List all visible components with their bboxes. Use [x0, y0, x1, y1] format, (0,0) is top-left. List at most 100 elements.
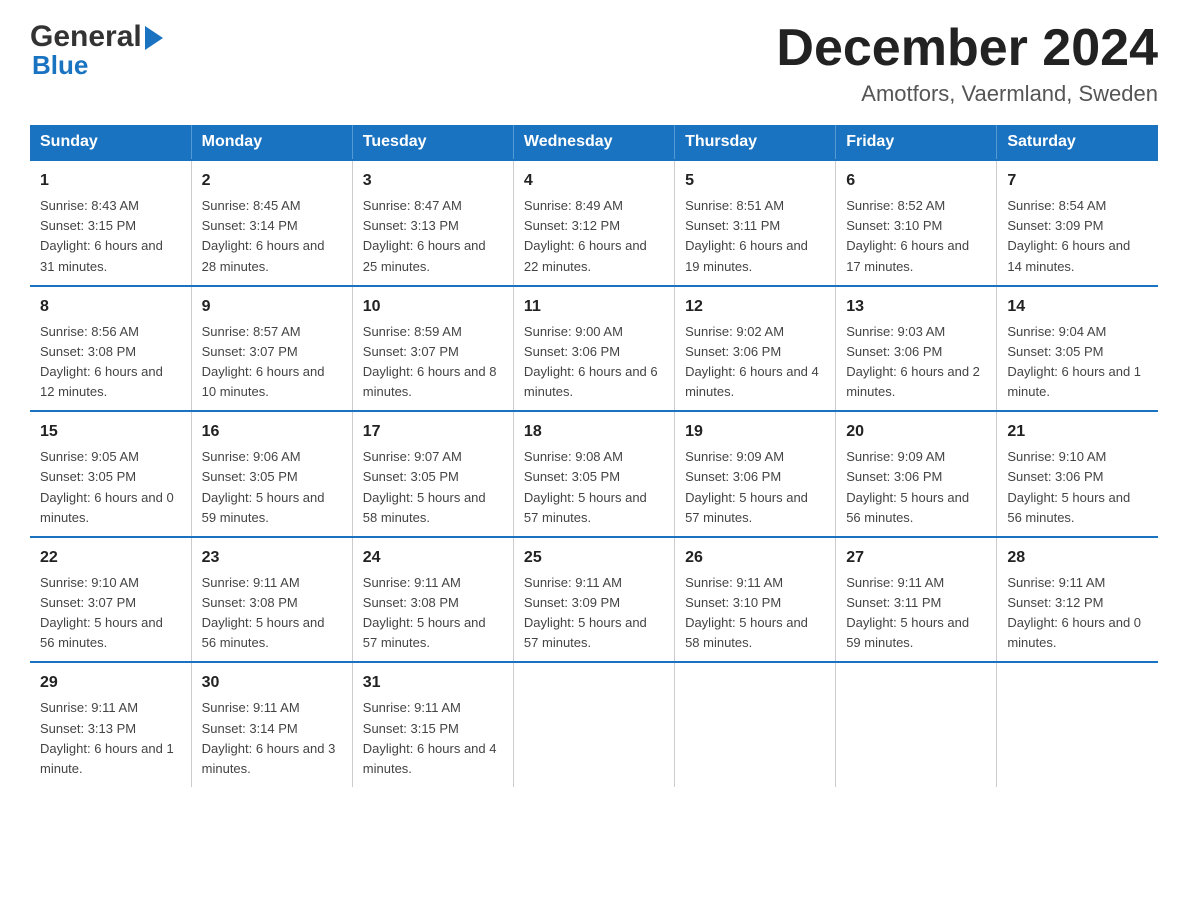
table-row: 24 Sunrise: 9:11 AMSunset: 3:08 PMDaylig…	[352, 537, 513, 663]
logo-arrow-icon	[145, 26, 163, 50]
day-number: 30	[202, 671, 342, 695]
day-info: Sunrise: 8:54 AMSunset: 3:09 PMDaylight:…	[1007, 198, 1130, 273]
day-info: Sunrise: 8:47 AMSunset: 3:13 PMDaylight:…	[363, 198, 486, 273]
day-number: 5	[685, 169, 825, 193]
day-info: Sunrise: 9:11 AMSunset: 3:08 PMDaylight:…	[363, 575, 486, 650]
day-info: Sunrise: 8:49 AMSunset: 3:12 PMDaylight:…	[524, 198, 647, 273]
day-info: Sunrise: 9:00 AMSunset: 3:06 PMDaylight:…	[524, 324, 658, 399]
table-row: 2 Sunrise: 8:45 AMSunset: 3:14 PMDayligh…	[191, 160, 352, 286]
table-row: 30 Sunrise: 9:11 AMSunset: 3:14 PMDaylig…	[191, 662, 352, 787]
day-number: 17	[363, 420, 503, 444]
table-row: 12 Sunrise: 9:02 AMSunset: 3:06 PMDaylig…	[675, 286, 836, 412]
day-number: 3	[363, 169, 503, 193]
day-number: 6	[846, 169, 986, 193]
day-info: Sunrise: 9:07 AMSunset: 3:05 PMDaylight:…	[363, 449, 486, 524]
day-info: Sunrise: 9:11 AMSunset: 3:12 PMDaylight:…	[1007, 575, 1141, 650]
table-row: 6 Sunrise: 8:52 AMSunset: 3:10 PMDayligh…	[836, 160, 997, 286]
day-number: 12	[685, 295, 825, 319]
day-number: 27	[846, 546, 986, 570]
day-info: Sunrise: 9:11 AMSunset: 3:10 PMDaylight:…	[685, 575, 808, 650]
col-sunday: Sunday	[30, 125, 191, 160]
day-info: Sunrise: 8:57 AMSunset: 3:07 PMDaylight:…	[202, 324, 325, 399]
day-number: 1	[40, 169, 181, 193]
day-info: Sunrise: 9:11 AMSunset: 3:08 PMDaylight:…	[202, 575, 325, 650]
table-row: 11 Sunrise: 9:00 AMSunset: 3:06 PMDaylig…	[513, 286, 674, 412]
day-number: 15	[40, 420, 181, 444]
calendar-week-row: 29 Sunrise: 9:11 AMSunset: 3:13 PMDaylig…	[30, 662, 1158, 787]
table-row: 31 Sunrise: 9:11 AMSunset: 3:15 PMDaylig…	[352, 662, 513, 787]
day-number: 20	[846, 420, 986, 444]
day-info: Sunrise: 9:08 AMSunset: 3:05 PMDaylight:…	[524, 449, 647, 524]
title-block: December 2024 Amotfors, Vaermland, Swede…	[776, 20, 1158, 107]
calendar-table: Sunday Monday Tuesday Wednesday Thursday…	[30, 125, 1158, 787]
day-info: Sunrise: 9:03 AMSunset: 3:06 PMDaylight:…	[846, 324, 980, 399]
table-row: 7 Sunrise: 8:54 AMSunset: 3:09 PMDayligh…	[997, 160, 1158, 286]
calendar-week-row: 1 Sunrise: 8:43 AMSunset: 3:15 PMDayligh…	[30, 160, 1158, 286]
location-text: Amotfors, Vaermland, Sweden	[776, 81, 1158, 107]
table-row: 23 Sunrise: 9:11 AMSunset: 3:08 PMDaylig…	[191, 537, 352, 663]
day-info: Sunrise: 9:05 AMSunset: 3:05 PMDaylight:…	[40, 449, 174, 524]
calendar-week-row: 15 Sunrise: 9:05 AMSunset: 3:05 PMDaylig…	[30, 411, 1158, 537]
day-number: 31	[363, 671, 503, 695]
day-number: 24	[363, 546, 503, 570]
day-info: Sunrise: 9:11 AMSunset: 3:15 PMDaylight:…	[363, 700, 497, 775]
table-row: 22 Sunrise: 9:10 AMSunset: 3:07 PMDaylig…	[30, 537, 191, 663]
table-row: 21 Sunrise: 9:10 AMSunset: 3:06 PMDaylig…	[997, 411, 1158, 537]
day-info: Sunrise: 9:09 AMSunset: 3:06 PMDaylight:…	[685, 449, 808, 524]
table-row: 19 Sunrise: 9:09 AMSunset: 3:06 PMDaylig…	[675, 411, 836, 537]
table-row	[997, 662, 1158, 787]
day-number: 9	[202, 295, 342, 319]
day-info: Sunrise: 9:06 AMSunset: 3:05 PMDaylight:…	[202, 449, 325, 524]
day-info: Sunrise: 9:09 AMSunset: 3:06 PMDaylight:…	[846, 449, 969, 524]
day-info: Sunrise: 9:04 AMSunset: 3:05 PMDaylight:…	[1007, 324, 1141, 399]
calendar-week-row: 8 Sunrise: 8:56 AMSunset: 3:08 PMDayligh…	[30, 286, 1158, 412]
day-info: Sunrise: 9:11 AMSunset: 3:14 PMDaylight:…	[202, 700, 336, 775]
table-row: 26 Sunrise: 9:11 AMSunset: 3:10 PMDaylig…	[675, 537, 836, 663]
day-number: 25	[524, 546, 664, 570]
day-info: Sunrise: 8:43 AMSunset: 3:15 PMDaylight:…	[40, 198, 163, 273]
day-info: Sunrise: 8:52 AMSunset: 3:10 PMDaylight:…	[846, 198, 969, 273]
table-row: 27 Sunrise: 9:11 AMSunset: 3:11 PMDaylig…	[836, 537, 997, 663]
logo-blue-text: Blue	[30, 50, 88, 81]
table-row: 10 Sunrise: 8:59 AMSunset: 3:07 PMDaylig…	[352, 286, 513, 412]
logo: General Blue	[30, 20, 163, 81]
table-row: 16 Sunrise: 9:06 AMSunset: 3:05 PMDaylig…	[191, 411, 352, 537]
day-number: 11	[524, 295, 664, 319]
day-info: Sunrise: 8:59 AMSunset: 3:07 PMDaylight:…	[363, 324, 497, 399]
table-row: 5 Sunrise: 8:51 AMSunset: 3:11 PMDayligh…	[675, 160, 836, 286]
table-row: 25 Sunrise: 9:11 AMSunset: 3:09 PMDaylig…	[513, 537, 674, 663]
day-info: Sunrise: 8:51 AMSunset: 3:11 PMDaylight:…	[685, 198, 808, 273]
col-thursday: Thursday	[675, 125, 836, 160]
calendar-week-row: 22 Sunrise: 9:10 AMSunset: 3:07 PMDaylig…	[30, 537, 1158, 663]
day-number: 22	[40, 546, 181, 570]
table-row: 29 Sunrise: 9:11 AMSunset: 3:13 PMDaylig…	[30, 662, 191, 787]
day-number: 26	[685, 546, 825, 570]
col-friday: Friday	[836, 125, 997, 160]
col-saturday: Saturday	[997, 125, 1158, 160]
table-row: 8 Sunrise: 8:56 AMSunset: 3:08 PMDayligh…	[30, 286, 191, 412]
calendar-header-row: Sunday Monday Tuesday Wednesday Thursday…	[30, 125, 1158, 160]
day-info: Sunrise: 9:02 AMSunset: 3:06 PMDaylight:…	[685, 324, 819, 399]
day-info: Sunrise: 9:11 AMSunset: 3:13 PMDaylight:…	[40, 700, 174, 775]
day-info: Sunrise: 8:45 AMSunset: 3:14 PMDaylight:…	[202, 198, 325, 273]
day-number: 7	[1007, 169, 1148, 193]
day-info: Sunrise: 9:10 AMSunset: 3:07 PMDaylight:…	[40, 575, 163, 650]
table-row: 3 Sunrise: 8:47 AMSunset: 3:13 PMDayligh…	[352, 160, 513, 286]
day-number: 14	[1007, 295, 1148, 319]
day-number: 21	[1007, 420, 1148, 444]
table-row: 15 Sunrise: 9:05 AMSunset: 3:05 PMDaylig…	[30, 411, 191, 537]
day-info: Sunrise: 9:11 AMSunset: 3:09 PMDaylight:…	[524, 575, 647, 650]
day-number: 2	[202, 169, 342, 193]
day-number: 18	[524, 420, 664, 444]
logo-general-text: General	[30, 20, 142, 54]
day-info: Sunrise: 8:56 AMSunset: 3:08 PMDaylight:…	[40, 324, 163, 399]
day-number: 29	[40, 671, 181, 695]
table-row: 28 Sunrise: 9:11 AMSunset: 3:12 PMDaylig…	[997, 537, 1158, 663]
day-number: 10	[363, 295, 503, 319]
day-number: 16	[202, 420, 342, 444]
table-row: 18 Sunrise: 9:08 AMSunset: 3:05 PMDaylig…	[513, 411, 674, 537]
month-title: December 2024	[776, 20, 1158, 77]
day-number: 4	[524, 169, 664, 193]
table-row	[836, 662, 997, 787]
col-wednesday: Wednesday	[513, 125, 674, 160]
